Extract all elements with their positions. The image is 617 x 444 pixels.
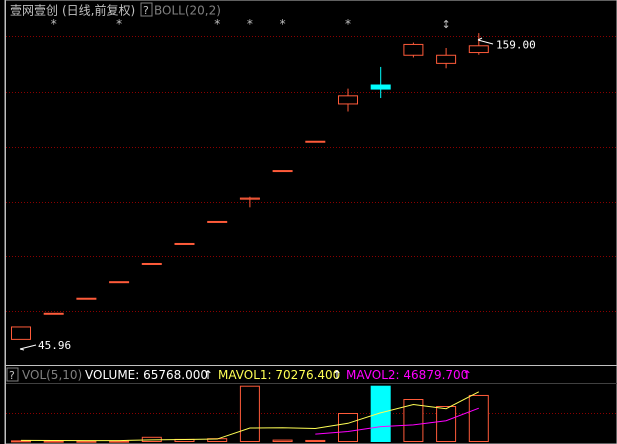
candle: [436, 47, 457, 69]
event-marker[interactable]: *: [116, 17, 122, 31]
candle: [272, 170, 293, 173]
low-annotation: 45.96: [19, 339, 71, 352]
mavol2-value: MAVOL2: 46879.700: [346, 368, 468, 382]
indicator-help-icon[interactable]: ?: [143, 4, 149, 17]
event-marker[interactable]: *: [51, 17, 57, 31]
event-marker[interactable]: *: [280, 17, 286, 31]
volume-arrow: ↑: [203, 368, 213, 382]
vol-help-icon[interactable]: ?: [9, 369, 15, 382]
event-marker[interactable]: *: [345, 17, 351, 31]
candle: [305, 140, 326, 143]
candle-body: [272, 170, 293, 173]
price-header: 壹网壹创 (日线,前复权) ? BOLL(20,2): [10, 2, 221, 18]
candle: [109, 281, 130, 284]
volume-bar: [272, 439, 293, 443]
event-marker[interactable]: *: [214, 17, 220, 31]
candlestick-layer: [11, 33, 489, 340]
candle: [11, 326, 31, 340]
candle: [207, 220, 228, 223]
volume-layer: [11, 385, 489, 443]
mavol2-arrow: ↑: [462, 368, 472, 382]
candle: [174, 242, 195, 245]
candle-body: [43, 312, 64, 315]
candle-body: [305, 140, 326, 143]
split-marker[interactable]: ↕: [441, 18, 450, 31]
event-marker-layer: * * * * * * ↕: [51, 17, 451, 31]
candle-body: [174, 242, 195, 245]
candle-body: [207, 220, 228, 223]
volume-bar: [468, 394, 489, 443]
candle: [141, 262, 162, 265]
mavol1-value: MAVOL1: 70276.400: [218, 368, 340, 382]
candle: [403, 42, 424, 58]
candle: [370, 66, 391, 99]
volume-bar: [11, 440, 31, 443]
volume-bar: [76, 440, 97, 443]
candle: [43, 312, 64, 315]
volume-bar: [109, 440, 130, 443]
high-label: 159.00: [496, 39, 536, 52]
candle-body: [76, 297, 97, 300]
candle: [76, 297, 97, 300]
candle-body: [403, 43, 424, 56]
volume-bar: [43, 440, 64, 443]
candle-body: [468, 45, 489, 54]
stock-chart: * * * * * * ↕ 159.00 45.96 壹网壹创 (日线,前复权) ? BOL…: [4, 0, 617, 444]
low-label: 45.96: [38, 339, 71, 352]
event-marker[interactable]: *: [247, 17, 253, 31]
candle: [468, 33, 489, 55]
volume-bar: [338, 413, 358, 442]
stock-title: 壹网壹创: [10, 4, 58, 18]
candle-body: [141, 262, 162, 265]
volume-bar: [305, 439, 326, 443]
candle-body: [436, 54, 457, 64]
candle-body: [11, 326, 31, 340]
candle-body: [338, 95, 358, 105]
candle-body: [109, 281, 130, 284]
mavol1-arrow: ↑: [332, 368, 342, 382]
candle-body: [239, 197, 260, 200]
volume-value: VOLUME: 65768.000: [85, 368, 208, 382]
vol-indicator-name[interactable]: VOL(5,10): [22, 368, 82, 382]
volume-bar: [370, 385, 391, 443]
volume-bar: [436, 406, 457, 442]
indicator-name[interactable]: BOLL(20,2): [154, 4, 221, 18]
chart-mode: (日线,前复权): [62, 3, 135, 18]
volume-bar: [239, 385, 260, 443]
candle-body: [370, 84, 391, 90]
price-grid: [6, 36, 617, 414]
volume-header: ? VOL(5,10) VOLUME: 65768.000 ↑ MAVOL1: …: [6, 367, 472, 382]
